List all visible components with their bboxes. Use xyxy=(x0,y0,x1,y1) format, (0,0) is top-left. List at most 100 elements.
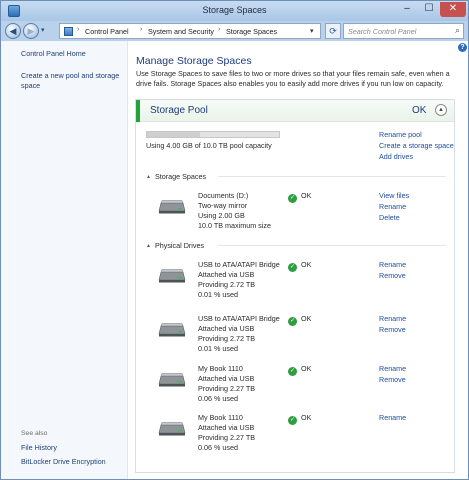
file-history-link[interactable]: File History xyxy=(21,443,57,453)
title-bar[interactable]: Storage Spaces – ☐ ✕ xyxy=(1,1,468,21)
delete-link[interactable]: Delete xyxy=(379,213,400,222)
see-also-label: See also xyxy=(21,430,48,437)
rename-pool-link[interactable]: Rename pool xyxy=(379,130,422,139)
drive-detail-line: 0.01 % used xyxy=(198,290,238,299)
chevron-up-icon: ▲ xyxy=(438,107,444,113)
drive-status-label: OK xyxy=(301,260,312,269)
refresh-icon: ⟳ xyxy=(329,26,337,36)
collapse-triangle-icon: ▲ xyxy=(146,174,151,180)
section-divider xyxy=(218,176,446,177)
rename-link[interactable]: Rename xyxy=(379,260,406,269)
remove-link[interactable]: Remove xyxy=(379,375,406,384)
section-divider xyxy=(218,245,446,246)
drive-details: Documents (D:) Two-way mirror Using 2.00 G… xyxy=(198,191,271,231)
drive-detail-line: 10.0 TB maximum size xyxy=(198,221,271,230)
storage-pool-header[interactable]: Storage Pool OK ▲ xyxy=(136,100,454,122)
pool-health-indicator xyxy=(136,100,140,122)
drive-status: ✓ OK xyxy=(288,314,311,326)
intro-text: Use Storage Spaces to save files to two … xyxy=(136,69,450,88)
physical-drives-heading[interactable]: ▲ Physical Drives xyxy=(146,241,204,250)
check-icon: ✓ xyxy=(288,263,297,272)
storage-spaces-heading-label: Storage Spaces xyxy=(154,172,207,181)
create-storage-space-link[interactable]: Create a storage space xyxy=(379,141,454,150)
close-button[interactable]: ✕ xyxy=(440,2,466,17)
pool-status: OK xyxy=(412,105,427,116)
address-bar[interactable]: › Control Panel › System and Security › … xyxy=(59,23,321,39)
bitlocker-link[interactable]: BitLocker Drive Encryption xyxy=(21,457,106,467)
storage-pool-panel: Storage Pool OK ▲ Using 4.00 GB of 10.0 … xyxy=(135,99,455,473)
search-box[interactable]: Search Control Panel ⌕ xyxy=(343,23,464,39)
check-icon: ✓ xyxy=(288,317,297,326)
pool-capacity-text: Using 4.00 GB of 10.0 TB pool capacity xyxy=(146,141,272,150)
breadcrumb-storage-spaces[interactable]: Storage Spaces xyxy=(226,27,277,36)
drive-name: Documents (D:) xyxy=(198,191,249,200)
breadcrumb-control-panel[interactable]: Control Panel xyxy=(85,27,129,36)
collapse-button[interactable]: ▲ xyxy=(435,104,447,116)
forward-button[interactable]: ▶ xyxy=(23,23,39,39)
collapse-triangle-icon: ▲ xyxy=(146,243,151,249)
address-history-dropdown-icon[interactable]: ▾ xyxy=(310,27,314,35)
drive-name: USB to ATA/ATAPI Bridge xyxy=(198,314,280,323)
drive-icon xyxy=(158,199,186,215)
pool-capacity-fill xyxy=(147,132,200,137)
drive-detail-line: 0.06 % used xyxy=(198,443,238,452)
drive-detail-line: Attached via USB xyxy=(198,374,255,383)
drive-status: ✓ OK xyxy=(288,260,311,272)
chevron-down-icon: ▾ xyxy=(41,27,45,34)
drive-icon xyxy=(158,421,186,437)
breadcrumb-system-and-security[interactable]: System and Security xyxy=(148,27,214,36)
remove-link[interactable]: Remove xyxy=(379,325,406,334)
page-title: Manage Storage Spaces xyxy=(136,55,252,67)
rename-link[interactable]: Rename xyxy=(379,413,406,422)
refresh-button[interactable]: ⟳ xyxy=(325,23,341,39)
storage-spaces-heading[interactable]: ▲ Storage Spaces xyxy=(146,172,206,181)
search-icon[interactable]: ⌕ xyxy=(455,25,460,36)
remove-link[interactable]: Remove xyxy=(379,271,406,280)
maximize-button[interactable]: ☐ xyxy=(418,2,440,17)
drive-detail-line: Providing 2.72 TB xyxy=(198,334,256,343)
drive-icon xyxy=(158,322,186,338)
storage-spaces-window: Storage Spaces – ☐ ✕ ◀ ▶ ▾ › Control Pan… xyxy=(0,0,469,480)
drive-status-label: OK xyxy=(301,364,312,373)
minimize-button[interactable]: – xyxy=(396,2,418,17)
drive-detail-line: Using 2.00 GB xyxy=(198,211,245,220)
main-panel: ? Manage Storage Spaces Use Storage Spac… xyxy=(128,41,468,479)
help-icon[interactable]: ? xyxy=(458,43,467,52)
add-drives-link[interactable]: Add drives xyxy=(379,152,413,161)
recent-pages-dropdown[interactable]: ▾ xyxy=(41,26,45,34)
view-files-link[interactable]: View files xyxy=(379,191,409,200)
drive-detail-line: 0.01 % used xyxy=(198,344,238,353)
create-pool-link[interactable]: Create a new pool and storage space xyxy=(21,71,121,91)
rename-link[interactable]: Rename xyxy=(379,364,406,373)
physical-drives-heading-label: Physical Drives xyxy=(154,241,205,250)
sidebar: Control Panel Home Create a new pool and… xyxy=(1,41,128,479)
drive-detail-line: Two-way mirror xyxy=(198,201,248,210)
rename-link[interactable]: Rename xyxy=(379,202,406,211)
drive-icon xyxy=(158,268,186,284)
drive-detail-line: 0.06 % used xyxy=(198,394,238,403)
drive-details: USB to ATA/ATAPI Bridge Attached via USB P… xyxy=(198,260,280,300)
drive-status: ✓ OK xyxy=(288,364,311,376)
drive-name: My Book 1110 xyxy=(198,364,243,373)
drive-detail-line: Providing 2.27 TB xyxy=(198,384,256,393)
drive-status-label: OK xyxy=(301,314,312,323)
drive-detail-line: Attached via USB xyxy=(198,324,255,333)
drive-icon xyxy=(158,372,186,388)
drive-detail-line: Providing 2.72 TB xyxy=(198,280,256,289)
search-input[interactable]: Search Control Panel xyxy=(348,27,416,36)
rename-link[interactable]: Rename xyxy=(379,314,406,323)
navigation-bar: ◀ ▶ ▾ › Control Panel › System and Secur… xyxy=(1,21,468,41)
drive-status-label: OK xyxy=(301,413,312,422)
check-icon: ✓ xyxy=(288,416,297,425)
back-button[interactable]: ◀ xyxy=(5,23,21,39)
drive-status-label: OK xyxy=(301,191,312,200)
breadcrumb-separator-icon: › xyxy=(218,26,221,33)
breadcrumb-separator-icon: › xyxy=(77,26,80,33)
drive-detail-line: Attached via USB xyxy=(198,270,255,279)
pool-capacity-bar xyxy=(146,131,280,138)
control-panel-home-link[interactable]: Control Panel Home xyxy=(21,49,86,59)
drive-detail-line: Providing 2.27 TB xyxy=(198,433,256,442)
drive-details: My Book 1110 Attached via USB Providing 2.… xyxy=(198,413,255,453)
arrow-right-icon: ▶ xyxy=(27,26,35,36)
control-panel-icon xyxy=(64,27,73,36)
